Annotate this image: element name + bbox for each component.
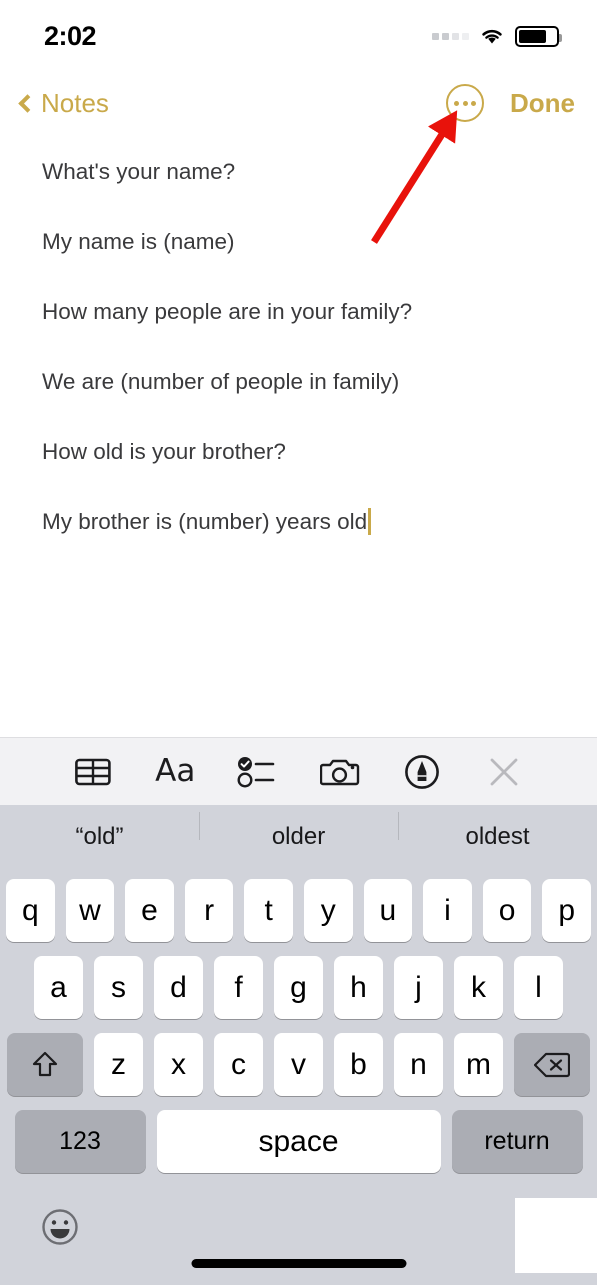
key-a[interactable]: a <box>34 956 83 1019</box>
status-indicators <box>432 25 562 47</box>
delete-key[interactable] <box>514 1033 590 1096</box>
key-u[interactable]: u <box>363 879 413 942</box>
key-m[interactable]: m <box>454 1033 503 1096</box>
markup-button[interactable] <box>399 749 445 795</box>
key-y[interactable]: y <box>304 879 353 942</box>
key-n[interactable]: n <box>394 1033 443 1096</box>
key-q[interactable]: q <box>6 879 55 942</box>
note-line: We are (number of people in family) <box>42 369 400 394</box>
key-d[interactable]: d <box>154 956 203 1019</box>
checklist-icon <box>237 756 275 788</box>
key-p[interactable]: p <box>542 879 591 942</box>
prediction-0[interactable]: “old” <box>0 825 199 849</box>
key-w[interactable]: w <box>65 879 115 942</box>
key-j[interactable]: j <box>394 956 443 1019</box>
key-g[interactable]: g <box>274 956 323 1019</box>
keyboard-bottom-bar <box>0 1187 597 1285</box>
key-o[interactable]: o <box>482 879 532 942</box>
checklist-button[interactable] <box>234 749 280 795</box>
note-line: My name is (name) <box>42 229 235 254</box>
backspace-delete-icon <box>534 1052 570 1077</box>
key-c[interactable]: c <box>214 1033 263 1096</box>
key-e[interactable]: e <box>125 879 174 942</box>
key-h[interactable]: h <box>334 956 383 1019</box>
shift-arrow-icon <box>32 1051 58 1076</box>
back-button-label: Notes <box>41 87 109 118</box>
text-cursor <box>368 508 372 535</box>
shift-key[interactable] <box>7 1033 83 1096</box>
more-ellipsis-button[interactable] <box>446 84 484 122</box>
space-key[interactable]: space <box>156 1110 441 1173</box>
done-button[interactable]: Done <box>510 88 575 119</box>
close-keyboard-button[interactable] <box>481 749 527 795</box>
camera-button[interactable] <box>317 749 363 795</box>
key-t[interactable]: t <box>244 879 293 942</box>
key-r[interactable]: r <box>184 879 234 942</box>
emoji-key[interactable] <box>38 1205 82 1249</box>
status-time: 2:02 <box>44 20 97 51</box>
key-x[interactable]: x <box>154 1033 203 1096</box>
iphone-screen: 2:02 Notes Done What's your name? My nam… <box>0 0 597 1285</box>
key-v[interactable]: v <box>274 1033 323 1096</box>
key-s[interactable]: s <box>94 956 143 1019</box>
key-f[interactable]: f <box>214 956 263 1019</box>
predictive-text-bar: “old” older oldest <box>0 805 597 869</box>
prediction-1[interactable]: older <box>199 812 398 849</box>
note-line: My brother is (number) years old <box>42 509 368 534</box>
key-b[interactable]: b <box>334 1033 383 1096</box>
key-z[interactable]: z <box>94 1033 143 1096</box>
numbers-key[interactable]: 123 <box>14 1110 146 1173</box>
prediction-2[interactable]: oldest <box>398 812 597 849</box>
format-text-button[interactable]: Aa <box>152 749 198 795</box>
battery-icon <box>515 25 562 47</box>
keyboard-row-1: q w e r t y u i o p <box>0 869 597 942</box>
table-icon <box>75 758 111 785</box>
return-key[interactable]: return <box>451 1110 583 1173</box>
key-l[interactable]: l <box>514 956 563 1019</box>
emoji-smiley-icon <box>42 1209 78 1245</box>
keyboard-row-3: z x c v b n m <box>0 1033 597 1096</box>
keyboard-row-4: 123 space return <box>0 1110 597 1173</box>
cellular-signal-icon <box>432 32 469 40</box>
status-bar: 2:02 <box>0 0 597 72</box>
note-line: How old is your brother? <box>42 439 286 464</box>
home-indicator <box>191 1259 406 1268</box>
keyboard-row-2: a s d f g h j k l <box>0 956 597 1019</box>
chevron-left-icon <box>18 93 37 113</box>
onscreen-keyboard: “old” older oldest q w e r t y u i o p a… <box>0 805 597 1285</box>
notes-format-toolbar: Aa <box>0 737 597 805</box>
wifi-icon <box>482 29 502 44</box>
note-line: What's your name? <box>42 159 236 184</box>
back-to-notes-button[interactable]: Notes <box>18 88 109 119</box>
key-k[interactable]: k <box>454 956 503 1019</box>
more-ellipsis-icon <box>454 100 459 106</box>
close-icon <box>490 758 518 785</box>
key-i[interactable]: i <box>423 879 472 942</box>
format-aa-icon: Aa <box>155 753 196 789</box>
camera-icon <box>319 759 359 785</box>
markup-pen-icon <box>404 754 439 789</box>
table-button[interactable] <box>70 749 116 795</box>
navigation-bar: Notes Done <box>0 72 597 134</box>
note-text-area[interactable]: What's your name? My name is (name) How … <box>0 134 597 737</box>
bottom-right-white-overlay <box>515 1198 597 1273</box>
nav-right-actions: Done <box>446 84 575 122</box>
note-line: How many people are in your family? <box>42 299 413 324</box>
